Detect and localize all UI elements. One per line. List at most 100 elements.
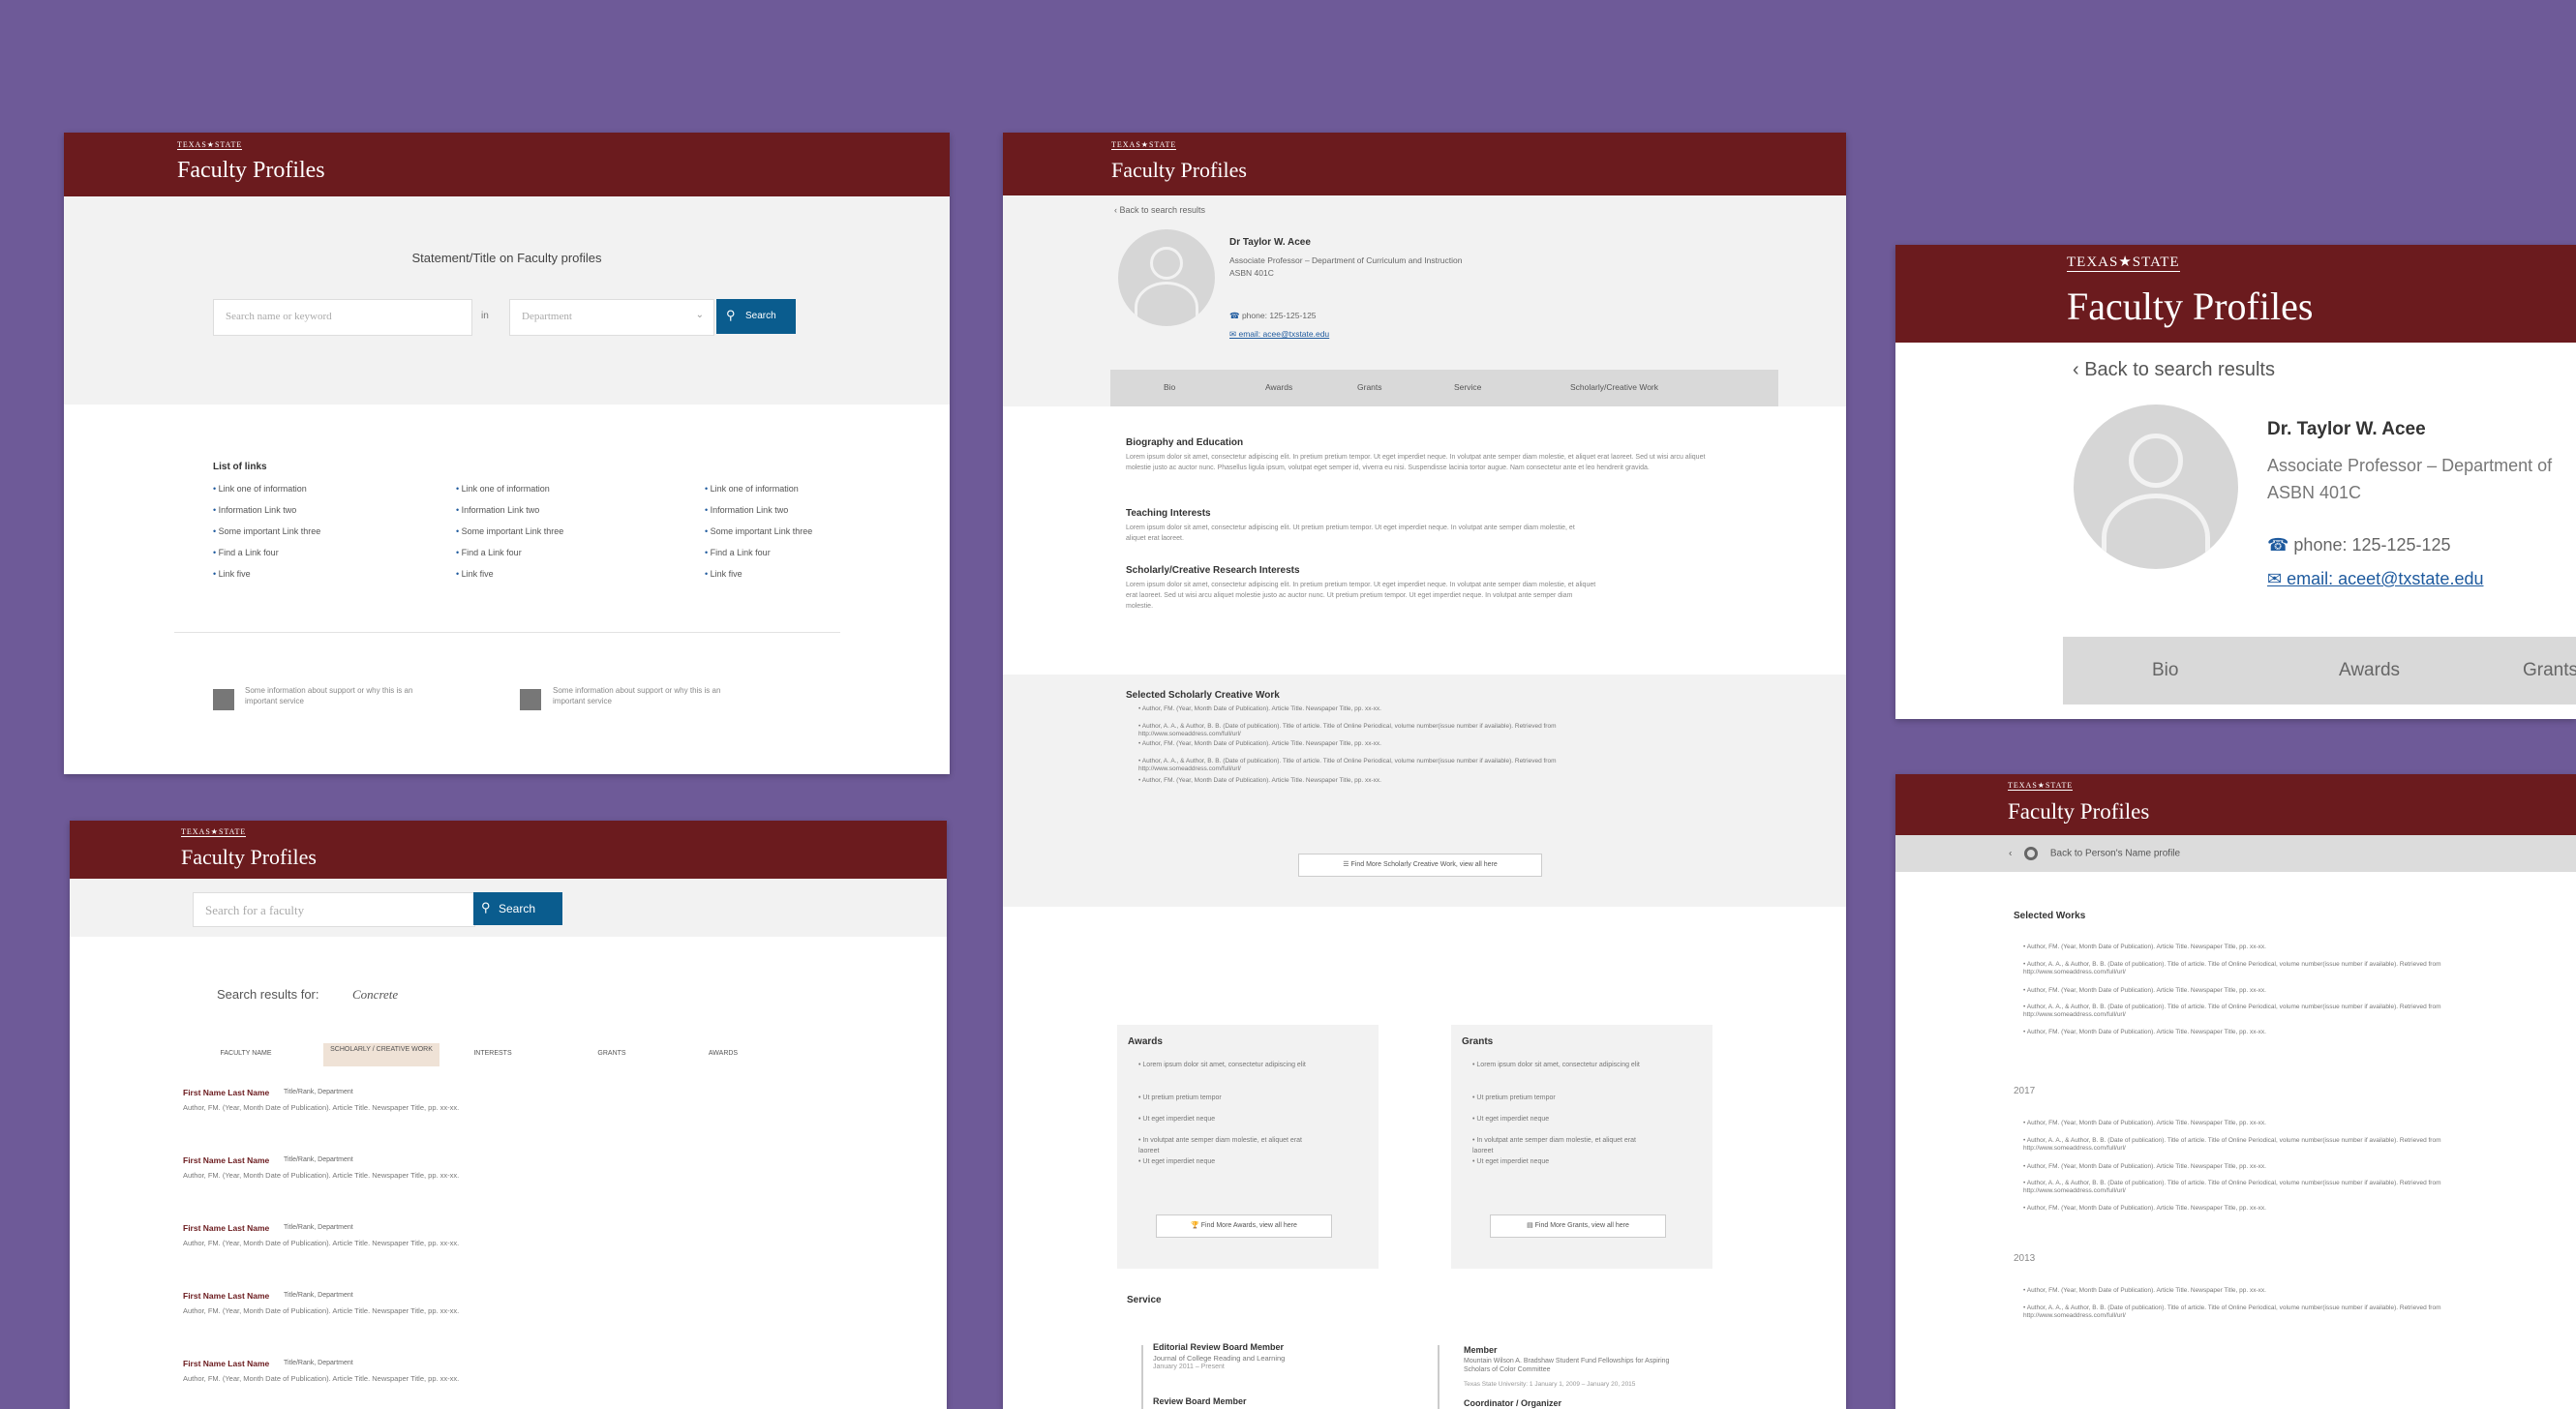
link-item[interactable]: Find a Link four	[213, 548, 279, 557]
result-meta: Title/Rank, Department	[284, 1156, 353, 1163]
service-item-date: Texas State University: 1 January 1, 200…	[1464, 1381, 1636, 1388]
link-item[interactable]: Link one of information	[705, 484, 799, 494]
site-header: TEXAS★STATE Faculty Profiles	[1003, 133, 1846, 195]
result-name-link[interactable]: First Name Last Name	[183, 1359, 269, 1368]
result-meta: Title/Rank, Department	[284, 1224, 353, 1231]
link-item[interactable]: Link five	[705, 569, 742, 579]
profile-name: Dr Taylor W. Acee	[1229, 237, 1311, 248]
result-name-link[interactable]: First Name Last Name	[183, 1291, 269, 1301]
link-item[interactable]: Link five	[213, 569, 251, 579]
link-item[interactable]: Information Link two	[213, 505, 297, 515]
site-header: TEXAS★STATE Faculty Profiles	[1895, 774, 2576, 835]
grant-item: Ut eget imperdiet neque	[1472, 1114, 1647, 1124]
profile-office: ASBN 401C	[2267, 483, 2362, 502]
link-item[interactable]: Link one of information	[213, 484, 307, 494]
email-link[interactable]: ✉ email: aceet@txstate.edu	[2267, 569, 2483, 589]
service-title: Service	[1127, 1295, 1162, 1305]
statement-title: Statement/Title on Faculty profiles	[411, 251, 602, 265]
search-button[interactable]: ⚲ Search	[716, 299, 796, 334]
tab-grants[interactable]: GRANTS	[559, 1043, 665, 1064]
tab-scholarly-creative-work[interactable]: SCHOLARLY / CREATIVE WORK	[323, 1043, 439, 1066]
grant-item: Lorem ipsum dolor sit amet, consectetur …	[1472, 1060, 1647, 1070]
tab-bio[interactable]: Bio	[1164, 382, 1175, 392]
award-item: In volutpat ante semper diam molestie, e…	[1138, 1135, 1313, 1156]
citation-item: Author, A. A., & Author, B. B. (Date of …	[1138, 758, 1584, 773]
awards-title: Awards	[1128, 1036, 1163, 1047]
trophy-icon: 🏆	[1191, 1222, 1201, 1229]
link-item[interactable]: Find a Link four	[456, 548, 522, 557]
results-label: Search results for:	[217, 987, 319, 1002]
search-input[interactable]: Search name or keyword	[213, 299, 472, 336]
link-item[interactable]: Information Link two	[456, 505, 540, 515]
list-icon: ☰	[1343, 861, 1351, 868]
tab-awards[interactable]: Awards	[1265, 382, 1292, 392]
email-icon: ✉	[2267, 569, 2288, 588]
result-name-link[interactable]: First Name Last Name	[183, 1088, 269, 1097]
link-item[interactable]: Link one of information	[456, 484, 550, 494]
grant-item: In volutpat ante semper diam molestie, e…	[1472, 1135, 1647, 1156]
tab-awards[interactable]: AWARDS	[670, 1043, 776, 1064]
back-link[interactable]: ‹ Back to search results	[2073, 359, 2275, 381]
citation-item: Author, FM. (Year, Month Date of Publica…	[2023, 1205, 2488, 1213]
app-title[interactable]: Faculty Profiles	[1111, 158, 1247, 183]
department-select[interactable]: Department ⌄	[509, 299, 714, 336]
search-input[interactable]: Search for a faculty	[193, 892, 475, 927]
support-text: Some information about support or why th…	[245, 686, 413, 705]
brand-logo[interactable]: TEXAS★STATE	[2067, 253, 2180, 272]
link-item[interactable]: Link five	[456, 569, 494, 579]
citation-item: Author, FM. (Year, Month Date of Publica…	[2023, 987, 2488, 995]
timeline-line	[1141, 1345, 1143, 1409]
brand-logo[interactable]: TEXAS★STATE	[2008, 781, 2074, 791]
result-citation: Author, FM. (Year, Month Date of Publica…	[183, 1171, 460, 1180]
tab-awards[interactable]: Awards	[2339, 660, 2400, 681]
link-item[interactable]: Some important Link three	[213, 526, 321, 536]
bio-title: Biography and Education	[1126, 437, 1244, 448]
site-header: TEXAS★STATE Faculty Profiles	[70, 821, 947, 879]
more-awards-button[interactable]: 🏆 Find More Awards, view all here	[1156, 1214, 1332, 1238]
app-title[interactable]: Faculty Profiles	[2008, 799, 2149, 824]
tab-service[interactable]: Service	[1454, 382, 1481, 392]
research-title: Scholarly/Creative Research Interests	[1126, 565, 1300, 576]
tab-bio[interactable]: Bio	[2152, 660, 2178, 681]
tab-interests[interactable]: INTERESTS	[439, 1043, 546, 1064]
back-link[interactable]: ‹ Back to Person's Name profile	[2009, 847, 2180, 860]
phone-row: ☎ phone: 125-125-125	[1229, 311, 1317, 320]
link-item[interactable]: Some important Link three	[705, 526, 813, 536]
divider	[174, 632, 840, 633]
link-item[interactable]: Find a Link four	[705, 548, 771, 557]
search-button[interactable]: ⚲ Search	[473, 892, 562, 925]
service-item-date: January 2011 – Present	[1153, 1364, 1225, 1370]
link-item[interactable]: Some important Link three	[456, 526, 564, 536]
result-name-link[interactable]: First Name Last Name	[183, 1155, 269, 1165]
email-link[interactable]: ✉ email: acee@txstate.edu	[1229, 329, 1329, 340]
result-citation: Author, FM. (Year, Month Date of Publica…	[183, 1239, 460, 1247]
tab-scholarly-creative-work[interactable]: Scholarly/Creative Work	[1570, 382, 1658, 392]
support-text: Some information about support or why th…	[553, 686, 721, 705]
phone-icon: ☎	[1229, 311, 1242, 320]
brand-logo[interactable]: TEXAS★STATE	[1111, 140, 1177, 150]
tab-grants[interactable]: Grants	[1357, 382, 1382, 392]
selected-works-card: TEXAS★STATE Faculty Profiles ‹ Back to P…	[1895, 774, 2576, 1409]
brand-logo[interactable]: TEXAS★STATE	[177, 140, 243, 150]
home-page-card: TEXAS★STATE Faculty Profiles Statement/T…	[64, 133, 950, 774]
back-link[interactable]: ‹ Back to search results	[1114, 205, 1205, 215]
award-item: Ut eget imperdiet neque	[1138, 1114, 1313, 1124]
app-title[interactable]: Faculty Profiles	[2067, 284, 2313, 329]
citation-item: Author, A. A., & Author, B. B. (Date of …	[2023, 961, 2488, 976]
app-title[interactable]: Faculty Profiles	[177, 158, 325, 184]
more-grants-button[interactable]: ▤ Find More Grants, view all here	[1490, 1214, 1666, 1238]
tab-grants[interactable]: Grants	[2523, 660, 2576, 681]
chevron-down-icon: ⌄	[695, 310, 704, 320]
result-name-link[interactable]: First Name Last Name	[183, 1223, 269, 1233]
hero-search-area: Statement/Title on Faculty profiles Sear…	[64, 196, 950, 405]
brand-logo[interactable]: TEXAS★STATE	[181, 827, 247, 837]
result-citation: Author, FM. (Year, Month Date of Publica…	[183, 1306, 460, 1315]
search-results-card: TEXAS★STATE Faculty Profiles Search for …	[70, 821, 947, 1409]
more-work-button[interactable]: ☰ Find More Scholarly Creative Work, vie…	[1298, 854, 1542, 877]
search-icon: ⚲	[726, 308, 736, 322]
tab-faculty-name[interactable]: FACULTY NAME	[193, 1043, 299, 1064]
citation-item: Author, A. A., & Author, B. B. (Date of …	[2023, 1137, 2488, 1153]
app-title[interactable]: Faculty Profiles	[181, 845, 317, 870]
citation-item: Author, FM. (Year, Month Date of Publica…	[1138, 705, 1584, 713]
link-item[interactable]: Information Link two	[705, 505, 789, 515]
